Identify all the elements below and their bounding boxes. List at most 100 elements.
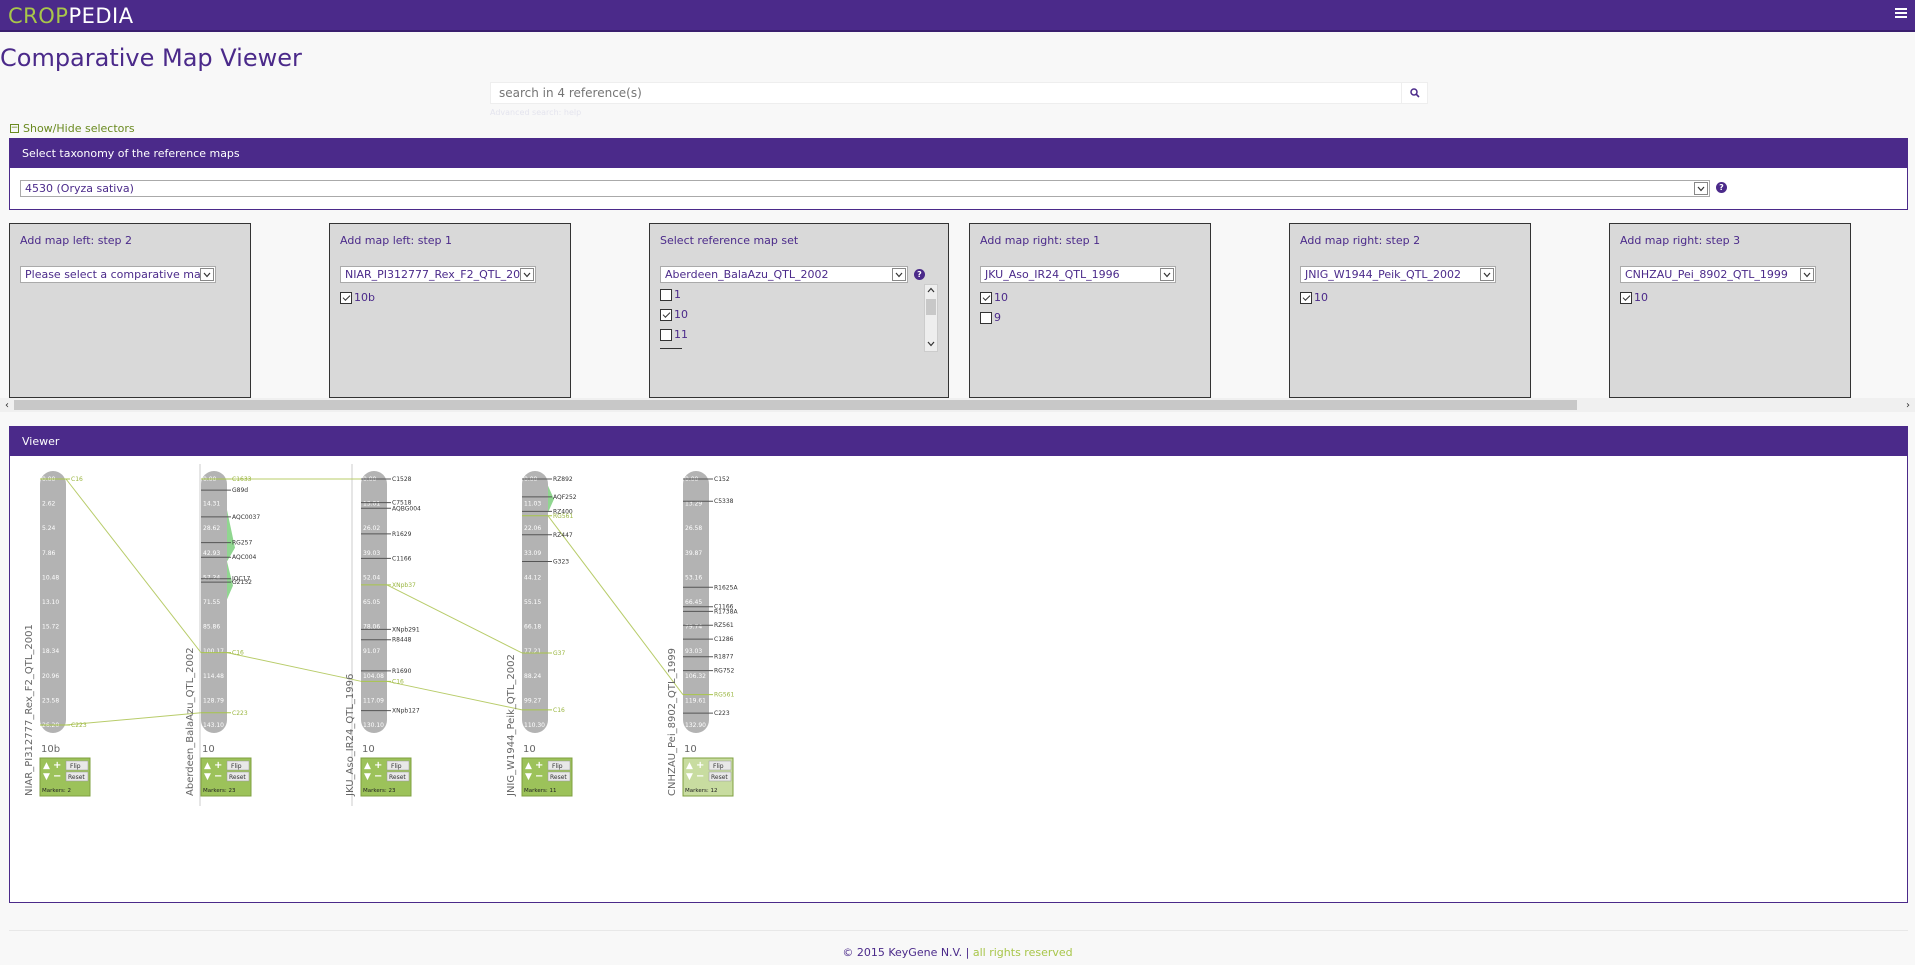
zoom-out-icon[interactable]: − bbox=[535, 771, 543, 782]
checkbox[interactable] bbox=[660, 288, 672, 301]
move-up-icon[interactable]: ▲ bbox=[204, 761, 211, 771]
chevron-down-icon bbox=[1694, 182, 1708, 195]
chromosome-checkbox-row[interactable]: 10 bbox=[1620, 291, 1648, 304]
zoom-out-icon[interactable]: − bbox=[374, 771, 382, 782]
chevron-right-icon[interactable]: › bbox=[1901, 398, 1915, 412]
select-value: NIAR_PI312777_Rex_F2_QTL_2001 bbox=[345, 268, 535, 281]
move-up-icon[interactable]: ▲ bbox=[686, 761, 693, 771]
help-icon[interactable]: ? bbox=[914, 269, 925, 280]
chromosome-checkbox-row[interactable]: 10b bbox=[340, 291, 375, 304]
marker-label: AQC004 bbox=[232, 554, 257, 561]
position-label: 100.17 bbox=[203, 648, 224, 655]
checkbox[interactable] bbox=[660, 308, 672, 321]
comparative-map-canvas[interactable]: 0.002.625.247.8610.4813.1015.7218.3420.9… bbox=[10, 456, 1907, 902]
chromosome-checkbox-row[interactable]: 10 bbox=[1300, 291, 1328, 304]
reference-map-set-select[interactable]: Aberdeen_BalaAzu_QTL_2002 bbox=[660, 266, 908, 283]
comparative-map-select-left-1[interactable]: NIAR_PI312777_Rex_F2_QTL_2001 bbox=[340, 266, 536, 283]
move-down-icon[interactable]: ▼ bbox=[525, 772, 532, 782]
position-label: 119.61 bbox=[685, 697, 706, 704]
zoom-in-icon[interactable]: + bbox=[535, 760, 543, 771]
step-title: Add map right: step 3 bbox=[1620, 234, 1741, 247]
zoom-out-icon[interactable]: − bbox=[696, 771, 704, 782]
position-label: 44.12 bbox=[524, 574, 541, 581]
position-label: 128.79 bbox=[203, 697, 224, 704]
selectors-horizontal-scrollbar[interactable]: ‹ › bbox=[0, 398, 1915, 412]
position-label: 13.01 bbox=[363, 501, 380, 508]
checkbox-label: 11 bbox=[674, 328, 688, 341]
chromosome-checkbox-row[interactable]: 9 bbox=[980, 311, 1001, 324]
help-icon[interactable]: ? bbox=[1716, 182, 1727, 193]
comparative-map-select-right-2[interactable]: JNIG_W1944_Peik_QTL_2002 bbox=[1300, 266, 1496, 283]
croppedia-logo[interactable]: CROPPEDIA bbox=[8, 4, 134, 28]
chevron-down-icon bbox=[1800, 268, 1814, 281]
marker-count-label: Markers: 11 bbox=[524, 788, 556, 794]
move-down-icon[interactable]: ▼ bbox=[204, 772, 211, 782]
move-up-icon[interactable]: ▲ bbox=[364, 761, 371, 771]
show-hide-selectors-toggle[interactable]: − Show/Hide selectors bbox=[10, 122, 135, 135]
marker-label: R1625A bbox=[714, 584, 738, 591]
position-label: 15.72 bbox=[42, 624, 59, 631]
list-scrollbar[interactable] bbox=[924, 284, 938, 352]
chromosome-checkbox-row[interactable]: 10 bbox=[980, 291, 1008, 304]
chromosome-checkbox-row[interactable]: 11 bbox=[660, 328, 688, 341]
zoom-in-icon[interactable]: + bbox=[214, 760, 222, 771]
advanced-search-hint[interactable]: Advanced search: help bbox=[490, 108, 581, 117]
step-add-map-right-3: Add map right: step 3 CNHZAU_Pei_8902_QT… bbox=[1609, 223, 1851, 398]
hamburger-menu-icon[interactable] bbox=[1895, 6, 1907, 20]
position-label: 130.10 bbox=[363, 722, 384, 729]
position-label: 20.96 bbox=[42, 673, 59, 680]
footer-divider bbox=[9, 930, 1908, 931]
zoom-in-icon[interactable]: + bbox=[696, 760, 704, 771]
checkbox[interactable] bbox=[1620, 291, 1632, 304]
checkbox[interactable] bbox=[660, 328, 672, 341]
chevron-down-icon bbox=[520, 268, 534, 281]
move-up-icon[interactable]: ▲ bbox=[43, 761, 50, 771]
zoom-in-icon[interactable]: + bbox=[53, 760, 61, 771]
checkbox-label: 10 bbox=[994, 291, 1008, 304]
checkbox[interactable] bbox=[340, 291, 352, 304]
position-label: 14.31 bbox=[203, 501, 220, 508]
search-input[interactable] bbox=[491, 83, 1401, 103]
position-label: 55.15 bbox=[524, 599, 541, 606]
comparative-map-select-right-3[interactable]: CNHZAU_Pei_8902_QTL_1999 bbox=[1620, 266, 1816, 283]
move-down-icon[interactable]: ▼ bbox=[43, 772, 50, 782]
marker-label: C1528 bbox=[392, 476, 412, 483]
position-label: 23.58 bbox=[42, 697, 59, 704]
chromosome-checkbox-row[interactable]: 1 bbox=[660, 288, 681, 301]
zoom-out-icon[interactable]: − bbox=[53, 771, 61, 782]
chevron-up-icon[interactable] bbox=[927, 287, 935, 293]
checkbox[interactable] bbox=[980, 291, 992, 304]
move-up-icon[interactable]: ▲ bbox=[525, 761, 532, 771]
position-label: 88.24 bbox=[524, 673, 541, 680]
zoom-in-icon[interactable]: + bbox=[374, 760, 382, 771]
chromosome-checkbox-row[interactable]: 10 bbox=[660, 308, 688, 321]
scroll-thumb[interactable] bbox=[14, 400, 1577, 410]
move-down-icon[interactable]: ▼ bbox=[686, 772, 693, 782]
chevron-left-icon[interactable]: ‹ bbox=[0, 398, 14, 412]
taxonomy-select[interactable]: 4530 (Oryza sativa) bbox=[20, 180, 1710, 197]
chevron-down-icon[interactable] bbox=[927, 341, 935, 347]
zoom-out-icon[interactable]: − bbox=[214, 771, 222, 782]
comparative-map-select-right-1[interactable]: JKU_Aso_IR24_QTL_1996 bbox=[980, 266, 1176, 283]
chromosome-label: 10 bbox=[362, 744, 375, 755]
checkbox[interactable] bbox=[1300, 291, 1312, 304]
step-select-reference-map-set: Select reference map set Aberdeen_BalaAz… bbox=[649, 223, 949, 398]
chevron-down-icon bbox=[1160, 268, 1174, 281]
marker-count-label: Markers: 23 bbox=[203, 788, 236, 794]
comparative-map-select-left-2[interactable]: Please select a comparative ma... bbox=[20, 266, 216, 283]
search-button[interactable] bbox=[1401, 83, 1427, 103]
synteny-link bbox=[226, 652, 362, 682]
select-value: Please select a comparative ma... bbox=[25, 268, 212, 281]
position-label: 33.09 bbox=[524, 550, 541, 557]
step-title: Add map right: step 1 bbox=[980, 234, 1101, 247]
position-label: 132.90 bbox=[685, 722, 706, 729]
checkbox[interactable] bbox=[980, 311, 992, 324]
marker-count-label: Markers: 2 bbox=[42, 788, 71, 794]
marker-label: R8448 bbox=[392, 637, 412, 644]
move-down-icon[interactable]: ▼ bbox=[364, 772, 371, 782]
scroll-thumb[interactable] bbox=[926, 299, 936, 315]
marker-label: C1633 bbox=[232, 476, 252, 483]
marker-label: R1877 bbox=[714, 654, 734, 661]
step-title: Add map right: step 2 bbox=[1300, 234, 1421, 247]
taxonomy-header: Select taxonomy of the reference maps bbox=[10, 139, 1907, 168]
